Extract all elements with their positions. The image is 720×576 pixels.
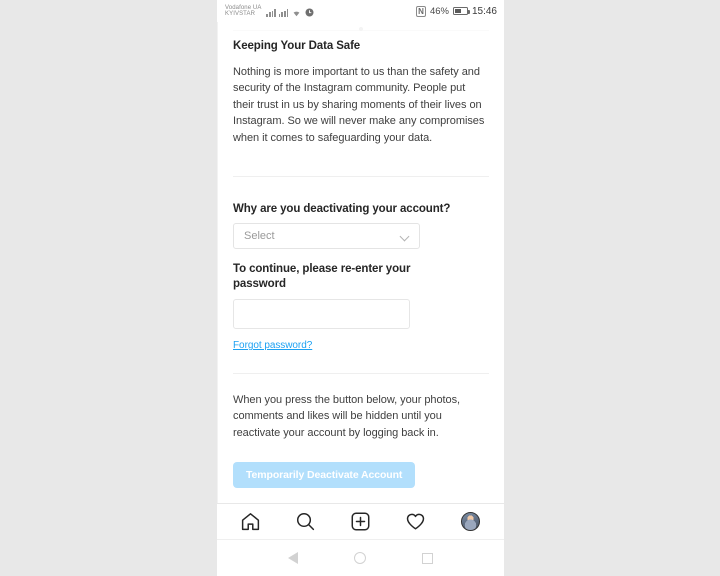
- status-icons: [266, 6, 314, 17]
- home-circle-icon[interactable]: [354, 552, 366, 564]
- tab-search[interactable]: [289, 507, 323, 537]
- profile-avatar: [461, 512, 480, 531]
- intro-paragraph: Nothing is more important to us than the…: [233, 66, 485, 144]
- carrier-secondary: KYIVSTAR: [225, 11, 256, 17]
- battery-percent: 46%: [429, 5, 449, 17]
- instagram-tab-bar: [217, 503, 504, 540]
- settings-scroll-content[interactable]: Keeping Your Data Safe Nothing is more i…: [217, 22, 504, 503]
- signal-bars-icon-2: [278, 8, 289, 17]
- alarm-icon: [305, 8, 314, 16]
- password-input[interactable]: [233, 299, 410, 330]
- password-label: To continue, please re-enter your passwo…: [233, 263, 411, 290]
- status-bar-left: Vodafone UA KYIVSTAR: [225, 5, 314, 17]
- back-triangle-icon[interactable]: [288, 552, 298, 564]
- deactivation-reason-select[interactable]: Select: [233, 223, 420, 250]
- home-icon: [241, 513, 260, 531]
- status-bar-right: N 46% 15:46: [416, 5, 497, 17]
- screenshot-canvas: Vodafone UA KYIVSTAR N 46% 15:46 Keeping…: [0, 0, 720, 576]
- temporarily-deactivate-account-button[interactable]: Temporarily Deactivate Account: [233, 462, 416, 489]
- divider-top: [233, 176, 489, 178]
- tab-add-post[interactable]: [344, 507, 378, 537]
- status-clock: 15:46: [471, 5, 497, 17]
- status-bar: Vodafone UA KYIVSTAR N 46% 15:46: [217, 0, 504, 22]
- heart-icon: [406, 513, 425, 530]
- nfc-icon: N: [416, 5, 426, 17]
- deactivation-reason-label: Why are you deactivating your account?: [233, 203, 451, 216]
- phone-screen: Vodafone UA KYIVSTAR N 46% 15:46 Keeping…: [217, 0, 504, 576]
- chevron-down-icon: [401, 232, 410, 241]
- divider-bottom: [233, 373, 489, 375]
- add-post-icon: [351, 512, 370, 531]
- wifi-icon: [293, 11, 300, 16]
- tab-activity[interactable]: [399, 507, 433, 537]
- recents-square-icon[interactable]: [422, 552, 433, 564]
- tab-profile[interactable]: [454, 507, 488, 537]
- carrier-labels: Vodafone UA KYIVSTAR: [225, 5, 261, 17]
- android-navigation-bar: [217, 540, 504, 576]
- signal-bars-icon: [266, 8, 276, 17]
- scroll-cutoff-hint: [233, 22, 489, 31]
- search-icon: [296, 512, 315, 531]
- deactivation-reason-value: Select: [244, 230, 275, 243]
- battery-icon: [452, 7, 470, 15]
- deactivation-warning-text: When you press the button below, your ph…: [233, 394, 461, 439]
- page-title: Keeping Your Data Safe: [233, 40, 361, 52]
- tab-home[interactable]: [234, 507, 268, 537]
- forgot-password-link[interactable]: Forgot password?: [233, 340, 312, 351]
